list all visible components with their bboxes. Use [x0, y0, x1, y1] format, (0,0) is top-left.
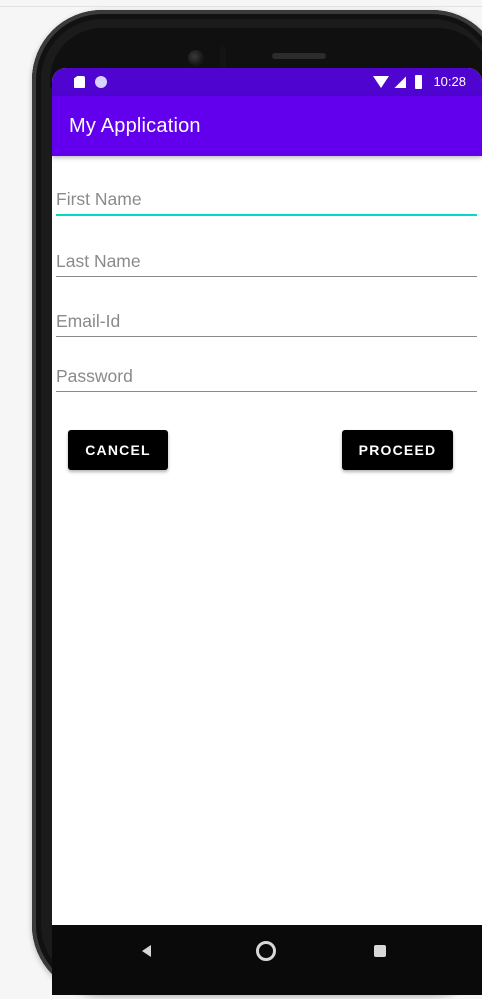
- back-icon[interactable]: [142, 945, 151, 957]
- last-name-input[interactable]: [56, 248, 477, 274]
- first-name-input[interactable]: [56, 186, 477, 212]
- phone-screen: 10:28 My Application CANCEL PROCEED: [52, 68, 482, 995]
- top-divider: [0, 6, 482, 7]
- password-underline: [56, 391, 477, 392]
- password-field: [56, 363, 477, 392]
- status-right-icons: 10:28: [373, 74, 466, 90]
- email-underline: [56, 336, 477, 337]
- battery-icon: [415, 75, 423, 89]
- earpiece-speaker: [272, 53, 326, 59]
- home-icon[interactable]: [256, 941, 276, 961]
- app-bar: My Application: [52, 96, 482, 156]
- first-name-field: [56, 186, 477, 216]
- status-left-icons: [74, 76, 107, 88]
- status-bar: 10:28: [52, 68, 482, 96]
- last-name-underline: [56, 276, 477, 277]
- circle-icon: [95, 76, 107, 88]
- navigation-bar: [52, 925, 482, 995]
- sd-card-icon: [74, 76, 85, 88]
- email-input[interactable]: [56, 308, 477, 334]
- password-input[interactable]: [56, 363, 477, 389]
- proceed-button[interactable]: PROCEED: [342, 430, 453, 470]
- first-name-underline: [56, 214, 477, 216]
- wifi-icon: [373, 76, 390, 88]
- front-camera-icon: [188, 50, 204, 66]
- page: 10:28 My Application CANCEL PROCEED: [0, 0, 482, 999]
- signal-icon: [394, 76, 407, 88]
- last-name-field: [56, 248, 477, 277]
- sensor-slot: [220, 46, 226, 68]
- app-title: My Application: [69, 115, 201, 137]
- status-time: 10:28: [433, 74, 466, 89]
- email-field: [56, 308, 477, 337]
- recent-apps-icon[interactable]: [374, 945, 386, 957]
- cancel-button[interactable]: CANCEL: [68, 430, 168, 470]
